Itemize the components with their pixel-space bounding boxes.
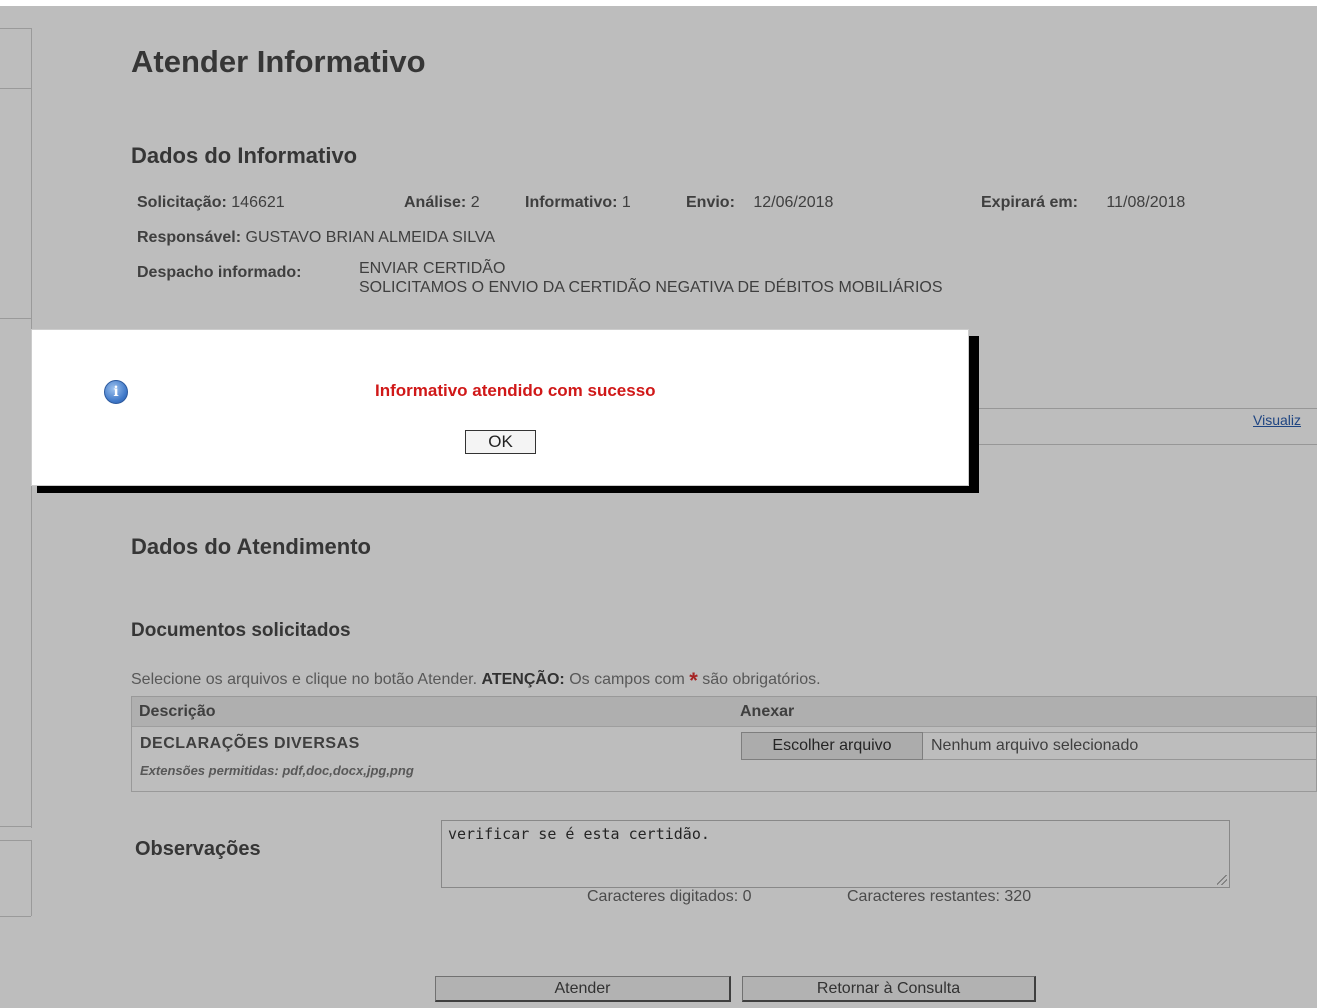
top-strip: [0, 0, 1317, 6]
message-dialog: i Informativo atendido com sucesso OK: [31, 329, 969, 486]
info-icon: i: [104, 380, 128, 404]
modal-overlay: [0, 0, 1317, 1008]
dialog-message: Informativo atendido com sucesso: [375, 381, 656, 400]
ok-button[interactable]: OK: [465, 430, 536, 454]
